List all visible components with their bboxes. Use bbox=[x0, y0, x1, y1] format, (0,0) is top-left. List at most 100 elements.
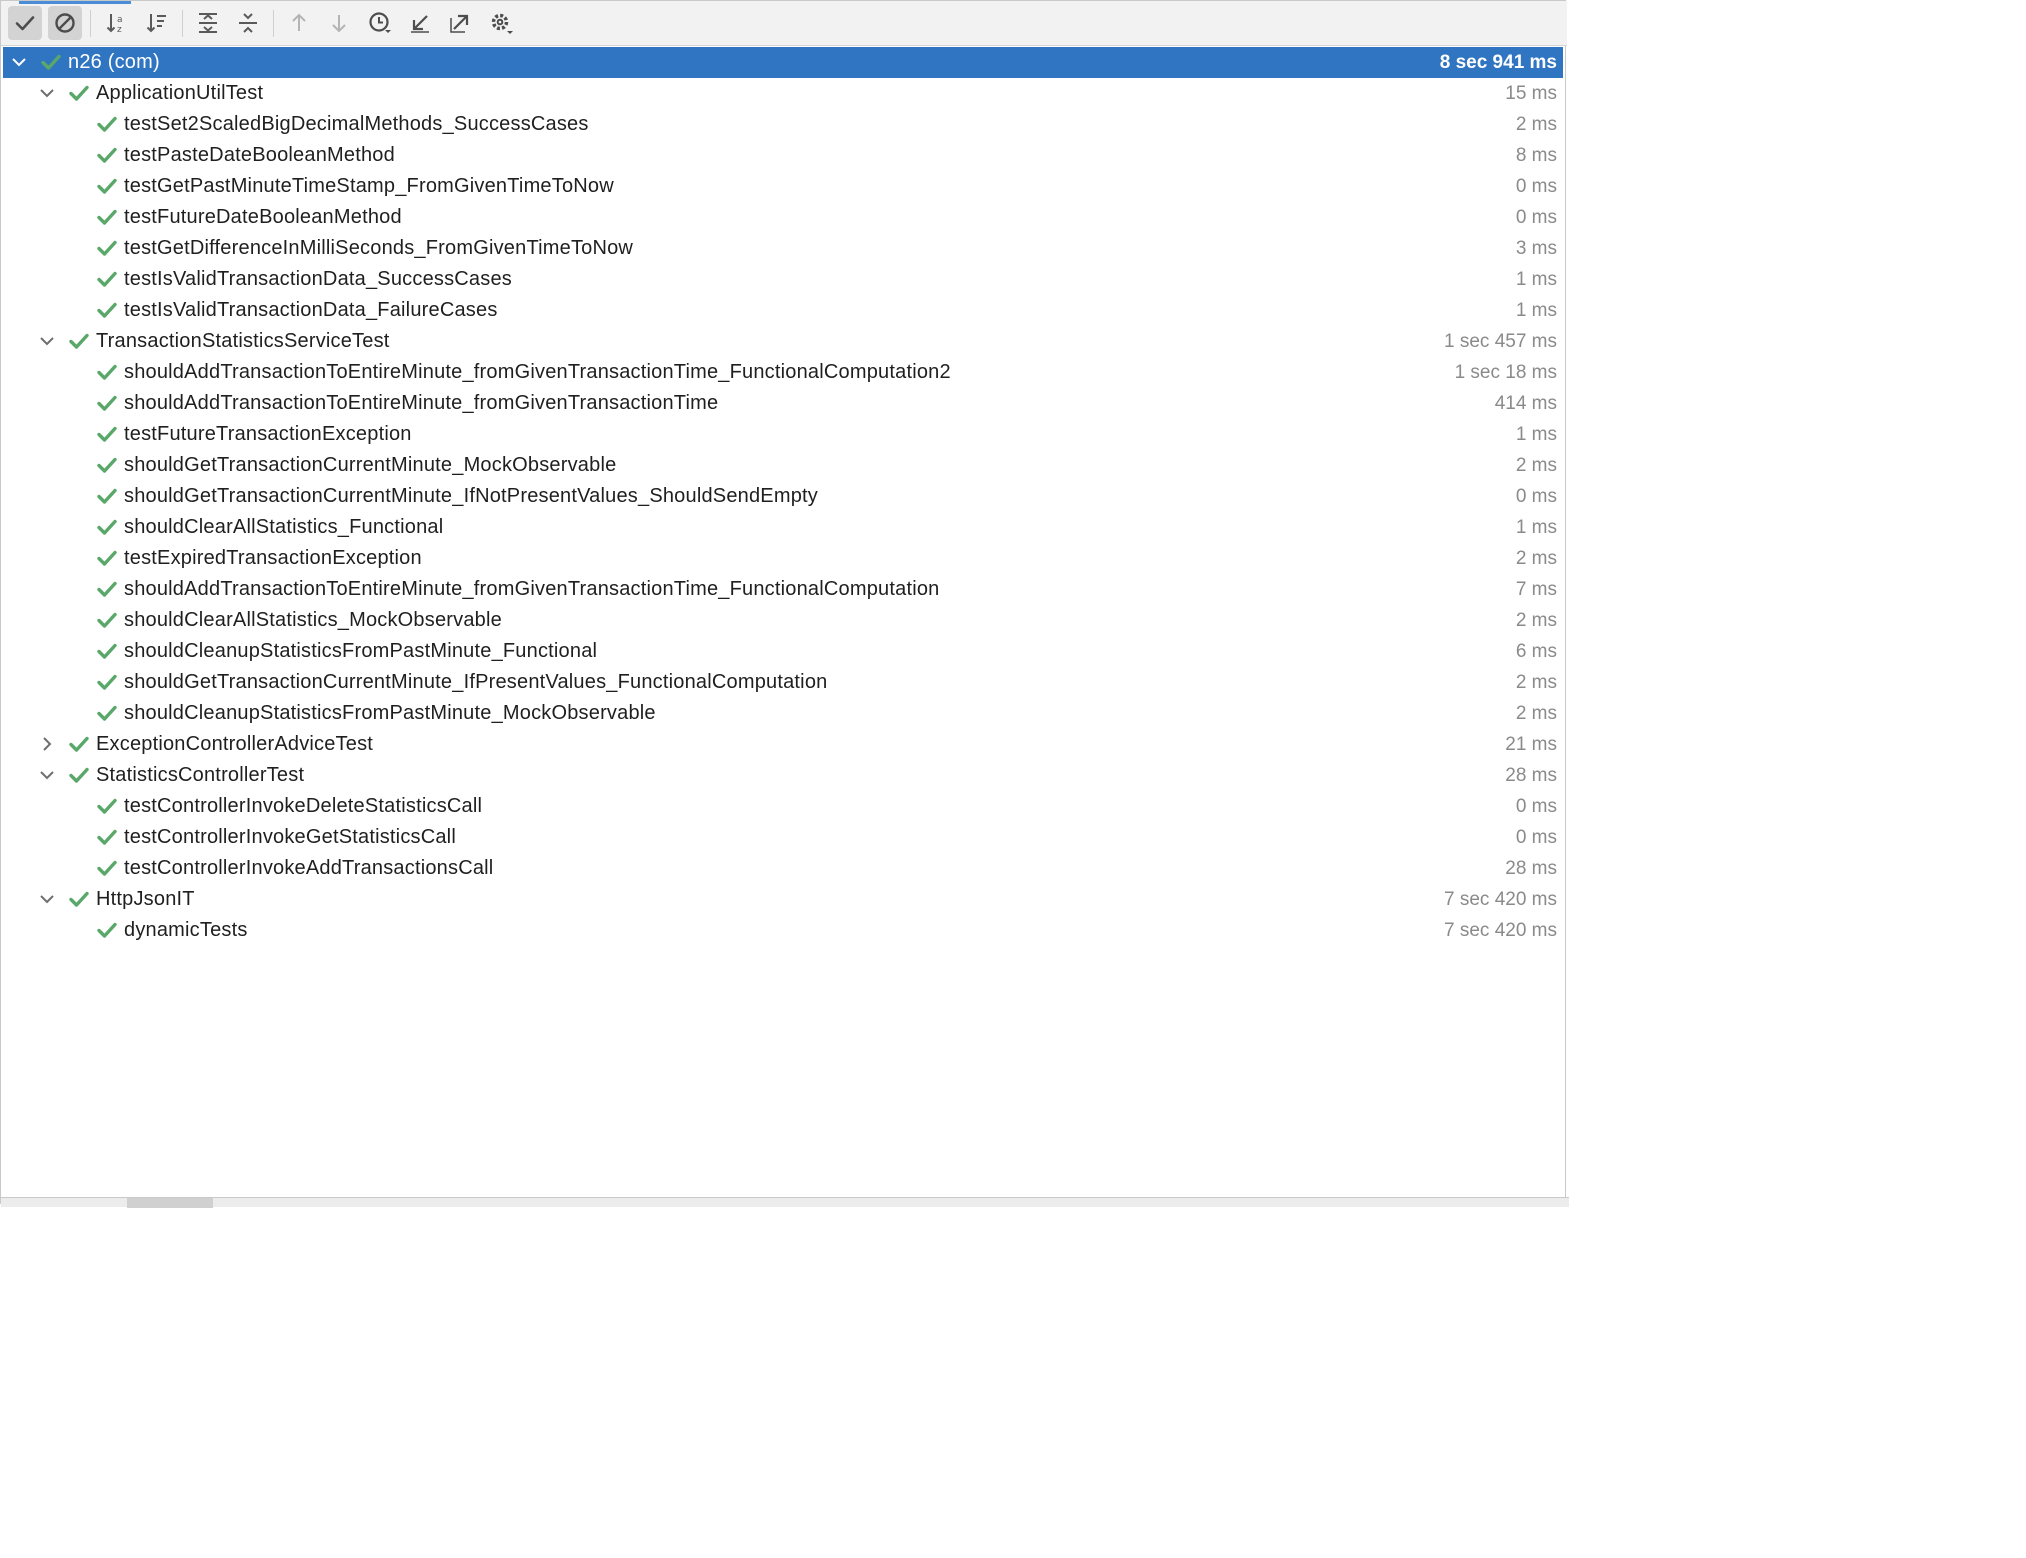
test-name: ExceptionControllerAdviceTest bbox=[96, 733, 374, 755]
passed-check-icon bbox=[97, 426, 117, 442]
test-case-row[interactable]: shouldClearAllStatistics_Functional 1 ms bbox=[3, 512, 1563, 543]
passed-check-icon bbox=[97, 147, 117, 163]
test-suite-row[interactable]: ApplicationUtilTest 15 ms bbox=[3, 78, 1563, 109]
test-duration: 28 ms bbox=[1505, 765, 1557, 786]
passed-check-icon bbox=[97, 395, 117, 411]
test-case-row[interactable]: shouldGetTransactionCurrentMinute_IfPres… bbox=[3, 667, 1563, 698]
test-duration: 0 ms bbox=[1515, 796, 1557, 817]
test-duration: 3 ms bbox=[1515, 238, 1557, 259]
test-case-row[interactable]: testControllerInvokeDeleteStatisticsCall… bbox=[3, 791, 1563, 822]
test-runner-window: az n26 (com) 8 sec 941 ms ApplicationUti… bbox=[0, 0, 1569, 1208]
import-tests-button[interactable] bbox=[403, 6, 437, 40]
test-case-row[interactable]: shouldAddTransactionToEntireMinute_fromG… bbox=[3, 357, 1563, 388]
passed-check-icon bbox=[69, 736, 89, 752]
test-case-row[interactable]: testGetDifferenceInMilliSeconds_FromGive… bbox=[3, 233, 1563, 264]
test-case-row[interactable]: testFutureDateBooleanMethod 0 ms bbox=[3, 202, 1563, 233]
svg-text:z: z bbox=[117, 25, 122, 35]
test-case-row[interactable]: shouldCleanupStatisticsFromPastMinute_Fu… bbox=[3, 636, 1563, 667]
test-name: shouldGetTransactionCurrentMinute_IfNotP… bbox=[124, 485, 818, 507]
test-case-row[interactable]: shouldGetTransactionCurrentMinute_IfNotP… bbox=[3, 481, 1563, 512]
test-case-row[interactable]: shouldAddTransactionToEntireMinute_fromG… bbox=[3, 388, 1563, 419]
test-duration: 28 ms bbox=[1505, 858, 1557, 879]
previous-failed-test-button[interactable] bbox=[282, 6, 316, 40]
test-case-row[interactable]: testExpiredTransactionException 2 ms bbox=[3, 543, 1563, 574]
test-suite-row[interactable]: TransactionStatisticsServiceTest 1 sec 45… bbox=[3, 326, 1563, 357]
test-name: shouldGetTransactionCurrentMinute_MockOb… bbox=[124, 454, 617, 476]
test-root-row[interactable]: n26 (com) 8 sec 941 ms bbox=[3, 47, 1563, 78]
passed-check-icon bbox=[97, 612, 117, 628]
passed-check-icon bbox=[97, 209, 117, 225]
export-test-results-button[interactable] bbox=[443, 6, 477, 40]
test-suite-row[interactable]: HttpJsonIT 7 sec 420 ms bbox=[3, 884, 1563, 915]
passed-check-icon bbox=[41, 54, 61, 70]
test-duration: 7 ms bbox=[1515, 579, 1557, 600]
test-case-row[interactable]: shouldCleanupStatisticsFromPastMinute_Mo… bbox=[3, 698, 1563, 729]
test-history-button[interactable] bbox=[363, 6, 397, 40]
test-case-row[interactable]: testControllerInvokeAddTransactionsCall 2… bbox=[3, 853, 1563, 884]
settings-gear-icon bbox=[491, 13, 513, 34]
test-name: testFutureDateBooleanMethod bbox=[124, 206, 402, 228]
test-case-row[interactable]: testIsValidTransactionData_FailureCases 1… bbox=[3, 295, 1563, 326]
test-duration: 8 sec 941 ms bbox=[1439, 52, 1557, 73]
test-name: testIsValidTransactionData_SuccessCases bbox=[124, 268, 512, 290]
passed-check-icon bbox=[97, 550, 117, 566]
test-suite-row[interactable]: StatisticsControllerTest 28 ms bbox=[3, 760, 1563, 791]
test-case-row[interactable]: shouldAddTransactionToEntireMinute_fromG… bbox=[3, 574, 1563, 605]
passed-check-icon bbox=[69, 333, 89, 349]
test-name: TransactionStatisticsServiceTest bbox=[96, 330, 390, 352]
show-ignored-button[interactable] bbox=[48, 6, 82, 40]
test-name: dynamicTests bbox=[124, 919, 248, 941]
test-name: shouldAddTransactionToEntireMinute_fromG… bbox=[124, 392, 719, 414]
sort-alphabetically-button[interactable]: az bbox=[100, 6, 134, 40]
test-duration: 2 ms bbox=[1515, 610, 1557, 631]
chevron-down-icon[interactable] bbox=[35, 81, 59, 105]
chevron-down-icon[interactable] bbox=[35, 887, 59, 911]
chevron-down-icon[interactable] bbox=[35, 763, 59, 787]
passed-check-icon bbox=[97, 178, 117, 194]
test-case-row[interactable]: testFutureTransactionException 1 ms bbox=[3, 419, 1563, 450]
test-name: shouldAddTransactionToEntireMinute_fromG… bbox=[124, 578, 940, 600]
passed-check-icon bbox=[69, 767, 89, 783]
import-tests-icon bbox=[411, 15, 429, 33]
test-case-row[interactable]: shouldGetTransactionCurrentMinute_MockOb… bbox=[3, 450, 1563, 481]
chevron-down-icon[interactable] bbox=[7, 50, 31, 74]
toolbar-separator bbox=[273, 10, 274, 37]
test-duration: 1 sec 18 ms bbox=[1454, 362, 1557, 383]
test-suite-row[interactable]: ExceptionControllerAdviceTest 21 ms bbox=[3, 729, 1563, 760]
test-duration: 1 ms bbox=[1515, 424, 1557, 445]
chevron-right-icon[interactable] bbox=[35, 732, 59, 756]
test-case-row[interactable]: testIsValidTransactionData_SuccessCases 1… bbox=[3, 264, 1563, 295]
test-name: testGetPastMinuteTimeStamp_FromGivenTime… bbox=[124, 175, 614, 197]
test-name: shouldAddTransactionToEntireMinute_fromG… bbox=[124, 361, 951, 383]
test-case-row[interactable]: dynamicTests 7 sec 420 ms bbox=[3, 915, 1563, 946]
test-case-row[interactable]: shouldClearAllStatistics_MockObservable 2… bbox=[3, 605, 1563, 636]
bottom-tool-tab[interactable] bbox=[127, 1198, 213, 1208]
test-name: shouldClearAllStatistics_MockObservable bbox=[124, 609, 502, 631]
show-passed-button[interactable] bbox=[8, 6, 42, 40]
passed-check-icon bbox=[97, 519, 117, 535]
settings-button[interactable] bbox=[484, 6, 518, 40]
sort-by-duration-icon bbox=[146, 14, 166, 33]
expand-all-button[interactable] bbox=[191, 6, 225, 40]
sort-by-duration-button[interactable] bbox=[140, 6, 174, 40]
collapse-all-button[interactable] bbox=[231, 6, 265, 40]
test-name: shouldGetTransactionCurrentMinute_IfPres… bbox=[124, 671, 828, 693]
test-case-row[interactable]: testGetPastMinuteTimeStamp_FromGivenTime… bbox=[3, 171, 1563, 202]
next-failed-test-button[interactable] bbox=[322, 6, 356, 40]
test-case-row[interactable]: testControllerInvokeGetStatisticsCall 0 m… bbox=[3, 822, 1563, 853]
passed-check-icon bbox=[97, 364, 117, 380]
test-duration: 0 ms bbox=[1515, 207, 1557, 228]
passed-check-icon bbox=[97, 674, 117, 690]
test-duration: 7 sec 420 ms bbox=[1444, 889, 1557, 910]
test-case-row[interactable]: testPasteDateBooleanMethod 8 ms bbox=[3, 140, 1563, 171]
test-duration: 0 ms bbox=[1515, 486, 1557, 507]
chevron-down-icon[interactable] bbox=[35, 329, 59, 353]
test-case-row[interactable]: testSet2ScaledBigDecimalMethods_SuccessC… bbox=[3, 109, 1563, 140]
export-test-results-icon bbox=[450, 14, 469, 33]
passed-check-icon bbox=[97, 798, 117, 814]
test-duration: 2 ms bbox=[1515, 548, 1557, 569]
test-duration: 1 ms bbox=[1515, 300, 1557, 321]
expand-all-icon bbox=[199, 13, 217, 33]
test-results-tree[interactable]: n26 (com) 8 sec 941 ms ApplicationUtilTest… bbox=[3, 47, 1563, 1197]
test-duration: 8 ms bbox=[1515, 145, 1557, 166]
